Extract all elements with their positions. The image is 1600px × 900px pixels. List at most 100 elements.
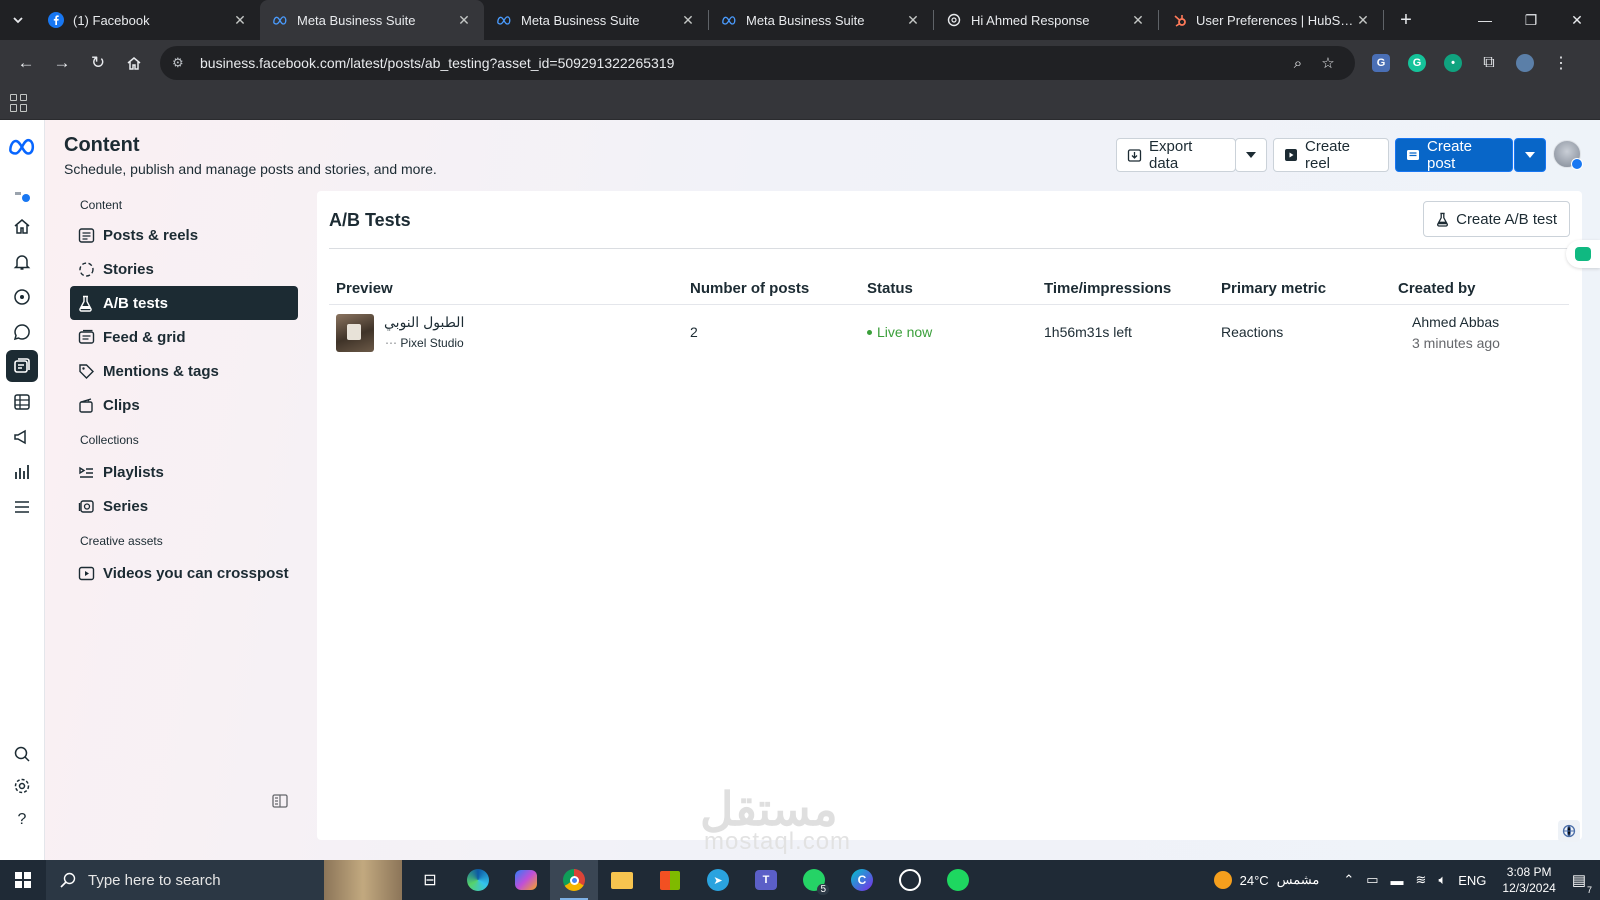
post-thumbnail[interactable] bbox=[336, 314, 374, 352]
post-title[interactable]: الطبول النوبي bbox=[384, 314, 464, 331]
meta-logo[interactable] bbox=[6, 130, 38, 162]
create-post-button[interactable]: Create post bbox=[1395, 138, 1513, 172]
taskbar-chrome[interactable] bbox=[550, 860, 598, 900]
create-reel-button[interactable]: Create reel bbox=[1273, 138, 1389, 172]
page-avatar[interactable] bbox=[1553, 140, 1583, 170]
taskbar-spotify[interactable] bbox=[934, 860, 982, 900]
home-button[interactable] bbox=[116, 45, 152, 81]
start-button[interactable] bbox=[0, 860, 46, 900]
back-button[interactable]: ← bbox=[8, 45, 44, 81]
browser-menu-button[interactable]: ⋮ bbox=[1543, 45, 1579, 81]
taskbar-search[interactable]: Type here to search bbox=[46, 860, 324, 900]
create-post-dropdown-button[interactable] bbox=[1514, 138, 1546, 172]
notifications-button[interactable]: ▤ 7 bbox=[1572, 871, 1592, 895]
site-info-icon[interactable]: ⚙ bbox=[172, 55, 194, 71]
rail-inbox[interactable] bbox=[6, 316, 38, 348]
close-icon[interactable]: ✕ bbox=[1130, 12, 1146, 28]
search-highlight-image[interactable] bbox=[324, 860, 402, 900]
taskbar-chatgpt[interactable] bbox=[886, 860, 934, 900]
volume-icon[interactable]: 🔈︎ bbox=[1438, 872, 1446, 888]
close-icon[interactable]: ✕ bbox=[680, 12, 696, 28]
taskbar-telegram[interactable]: ➤ bbox=[694, 860, 742, 900]
address-bar[interactable]: ⚙ business.facebook.com/latest/posts/ab_… bbox=[160, 46, 1355, 80]
rail-settings[interactable] bbox=[6, 770, 38, 802]
taskbar-file-explorer[interactable] bbox=[598, 860, 646, 900]
browser-tab-meta-2[interactable]: Meta Business Suite ✕ bbox=[484, 0, 708, 40]
wifi-icon[interactable]: ≋ bbox=[1416, 872, 1427, 888]
column-header-status[interactable]: Status bbox=[867, 280, 913, 297]
globe-icon[interactable] bbox=[1558, 820, 1580, 842]
column-header-primary-metric[interactable]: Primary metric bbox=[1221, 280, 1326, 297]
profile-button[interactable] bbox=[1507, 45, 1543, 81]
rail-planner[interactable] bbox=[6, 281, 38, 313]
column-header-number-of-posts[interactable]: Number of posts bbox=[690, 280, 809, 297]
close-window-button[interactable]: ✕ bbox=[1554, 0, 1600, 40]
sidebar-item-playlists[interactable]: Playlists bbox=[70, 455, 298, 489]
clock[interactable]: 3:08 PM 12/3/2024 bbox=[1502, 864, 1555, 896]
minimize-button[interactable]: — bbox=[1462, 0, 1508, 40]
column-header-created-by[interactable]: Created by bbox=[1398, 280, 1476, 297]
column-header-preview[interactable]: Preview bbox=[336, 280, 393, 297]
task-view-button[interactable]: ⊟ bbox=[406, 860, 454, 900]
extensions-button[interactable]: ⧉ bbox=[1471, 45, 1507, 81]
collapse-sidebar-button[interactable] bbox=[272, 794, 288, 811]
browser-tab-meta-active[interactable]: Meta Business Suite ✕ bbox=[260, 0, 484, 40]
battery-icon[interactable]: ▬ bbox=[1391, 873, 1404, 888]
taskbar-teams[interactable]: T bbox=[742, 860, 790, 900]
reload-button[interactable]: ↻ bbox=[80, 45, 116, 81]
browser-tab-facebook[interactable]: (1) Facebook ✕ bbox=[36, 0, 260, 40]
taskbar-store[interactable] bbox=[646, 860, 694, 900]
taskbar-whatsapp[interactable]: 5 bbox=[790, 860, 838, 900]
language-indicator[interactable]: ENG bbox=[1458, 873, 1486, 888]
taskbar-edge[interactable] bbox=[454, 860, 502, 900]
rail-content[interactable] bbox=[6, 350, 38, 382]
sidebar-item-series[interactable]: Series bbox=[70, 489, 298, 523]
zoom-icon[interactable]: ⌕ bbox=[1283, 55, 1313, 72]
star-icon[interactable]: ☆ bbox=[1313, 54, 1343, 72]
close-icon[interactable]: ✕ bbox=[905, 12, 921, 28]
sidebar-item-videos-crosspost[interactable]: Videos you can crosspost bbox=[70, 556, 298, 590]
sidebar-item-posts-reels[interactable]: Posts & reels bbox=[70, 218, 298, 252]
rail-all-tools[interactable] bbox=[6, 491, 38, 523]
export-dropdown-button[interactable] bbox=[1235, 138, 1267, 172]
tab-search-button[interactable] bbox=[0, 0, 36, 40]
close-icon[interactable]: ✕ bbox=[232, 12, 248, 28]
rail-planner-grid[interactable] bbox=[6, 386, 38, 418]
extension-translate[interactable]: G bbox=[1363, 45, 1399, 81]
taskbar-copilot[interactable] bbox=[502, 860, 550, 900]
sidebar-item-mentions-tags[interactable]: Mentions & tags bbox=[70, 354, 298, 388]
side-chat-button[interactable] bbox=[1566, 240, 1600, 268]
sidebar-item-stories[interactable]: Stories bbox=[70, 252, 298, 286]
browser-tab-meta-3[interactable]: Meta Business Suite ✕ bbox=[709, 0, 933, 40]
create-ab-test-button[interactable]: Create A/B test bbox=[1423, 201, 1570, 237]
sidebar-item-clips[interactable]: Clips bbox=[70, 388, 298, 422]
browser-tab-chatgpt[interactable]: Hi Ahmed Response ✕ bbox=[934, 0, 1158, 40]
close-icon[interactable]: ✕ bbox=[456, 12, 472, 28]
table-row[interactable]: الطبول النوبي ⋯ Pixel Studio 2 Live now … bbox=[329, 305, 1569, 361]
chevron-up-icon[interactable]: ⌃ bbox=[1343, 872, 1354, 888]
bell-icon bbox=[13, 255, 31, 270]
column-header-time-impressions[interactable]: Time/impressions bbox=[1044, 280, 1171, 297]
weather-widget[interactable]: 24°C مشمس bbox=[1213, 871, 1319, 889]
close-icon[interactable]: ✕ bbox=[1355, 12, 1371, 28]
new-tab-button[interactable]: + bbox=[1390, 0, 1422, 40]
export-data-button[interactable]: Export data bbox=[1116, 138, 1236, 172]
restore-button[interactable]: ❐ bbox=[1508, 0, 1554, 40]
rail-notifications[interactable] bbox=[6, 246, 38, 278]
url-text[interactable]: business.facebook.com/latest/posts/ab_te… bbox=[200, 55, 1283, 71]
apps-icon[interactable] bbox=[10, 93, 28, 112]
extension-grammarly[interactable]: G bbox=[1399, 45, 1435, 81]
rail-search[interactable] bbox=[6, 738, 38, 770]
browser-tab-hubspot[interactable]: User Preferences | HubSpot ✕ bbox=[1159, 0, 1383, 40]
sidebar-item-feed-grid[interactable]: Feed & grid bbox=[70, 320, 298, 354]
rail-ads[interactable] bbox=[6, 421, 38, 453]
forward-button[interactable]: → bbox=[44, 45, 80, 81]
sidebar-item-ab-tests[interactable]: A/B tests bbox=[70, 286, 298, 320]
extension-chat[interactable]: • bbox=[1435, 45, 1471, 81]
rail-account-switcher[interactable] bbox=[6, 180, 38, 212]
rail-help[interactable]: ? bbox=[6, 804, 38, 836]
meet-now-icon[interactable]: ▭ bbox=[1366, 872, 1378, 888]
rail-home[interactable] bbox=[6, 210, 38, 242]
taskbar-canva[interactable]: C bbox=[838, 860, 886, 900]
rail-insights[interactable] bbox=[6, 456, 38, 488]
